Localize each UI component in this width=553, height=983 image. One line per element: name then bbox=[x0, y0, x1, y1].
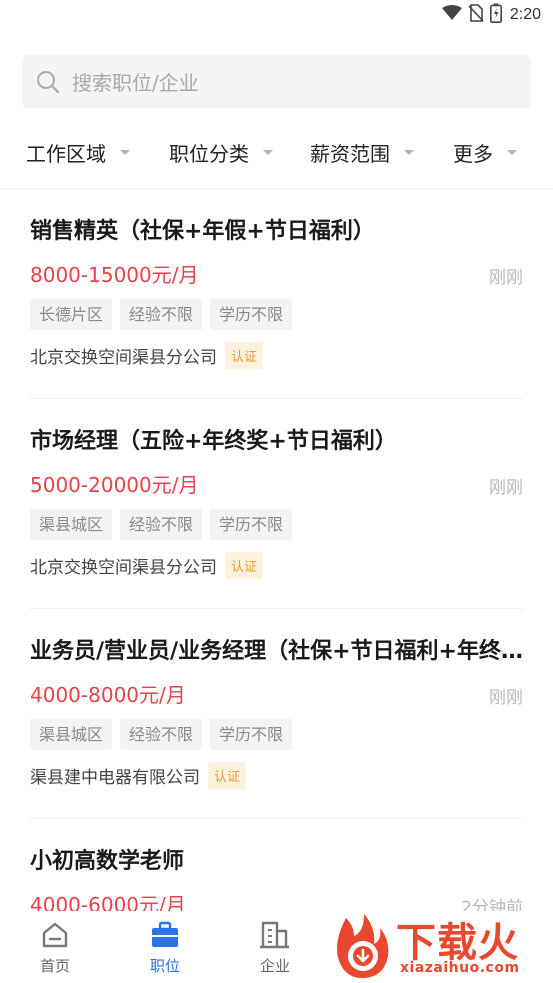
flame-logo-icon bbox=[324, 910, 396, 983]
tab-home[interactable]: 首页 bbox=[0, 911, 110, 983]
search-icon bbox=[35, 69, 61, 95]
job-time: 刚刚 bbox=[489, 688, 523, 708]
company-row: 北京交换空间渠县分公司 认证 bbox=[30, 342, 264, 369]
job-tag: 渠县城区 bbox=[30, 509, 113, 540]
company-row: 渠县建中电器有限公司 认证 bbox=[30, 762, 247, 789]
battery-icon bbox=[489, 3, 502, 27]
company-row: 北京交换空间渠县分公司 认证 bbox=[30, 552, 264, 579]
search-input[interactable]: 搜索职位/企业 bbox=[22, 55, 531, 108]
job-title: 小初高数学老师 bbox=[30, 849, 185, 874]
job-tag: 长德片区 bbox=[30, 299, 113, 330]
job-time: 刚刚 bbox=[489, 268, 523, 288]
search-placeholder: 搜索职位/企业 bbox=[72, 71, 199, 95]
job-tag: 经验不限 bbox=[120, 299, 203, 330]
watermark-logo: 下载火 xiazaihuo.com bbox=[322, 908, 553, 983]
company-name: 北京交换空间渠县分公司 bbox=[30, 558, 217, 578]
job-title: 市场经理（五险+年终奖+节日福利） bbox=[30, 429, 397, 454]
home-icon bbox=[39, 919, 71, 951]
briefcase-icon bbox=[149, 919, 181, 951]
job-tag: 学历不限 bbox=[210, 509, 293, 540]
job-tag: 渠县城区 bbox=[30, 719, 113, 750]
job-salary: 5000-20000元/月 bbox=[30, 473, 199, 497]
no-sim-icon bbox=[468, 4, 484, 26]
job-salary: 8000-15000元/月 bbox=[30, 263, 199, 287]
dropdown-arrow-icon bbox=[120, 149, 130, 155]
job-tag: 经验不限 bbox=[120, 509, 203, 540]
filter-label: 工作区域 bbox=[26, 141, 106, 166]
tab-jobs[interactable]: 职位 bbox=[110, 911, 220, 983]
status-bar: 2:20 bbox=[0, 0, 553, 32]
job-card[interactable]: 销售精英（社保+年假+节日福利） 8000-15000元/月 刚刚 长德片区 经… bbox=[0, 189, 553, 399]
dropdown-arrow-icon bbox=[404, 149, 414, 155]
dropdown-arrow-icon bbox=[507, 149, 517, 155]
tab-label: 首页 bbox=[39, 957, 70, 975]
filter-label: 薪资范围 bbox=[310, 141, 390, 166]
job-tag: 学历不限 bbox=[210, 719, 293, 750]
tab-label: 职位 bbox=[149, 957, 180, 975]
filter-salary-range[interactable]: 薪资范围 bbox=[310, 128, 414, 176]
verified-badge: 认证 bbox=[225, 342, 264, 369]
filter-more[interactable]: 更多 bbox=[453, 128, 517, 176]
filter-bar: 工作区域 职位分类 薪资范围 更多 bbox=[0, 128, 553, 176]
job-time: 刚刚 bbox=[489, 478, 523, 498]
job-tag: 经验不限 bbox=[120, 719, 203, 750]
tab-companies[interactable]: 企业 bbox=[220, 911, 330, 983]
job-tag: 学历不限 bbox=[210, 299, 293, 330]
tab-label: 企业 bbox=[259, 957, 290, 975]
job-card[interactable]: 市场经理（五险+年终奖+节日福利） 5000-20000元/月 刚刚 渠县城区 … bbox=[0, 399, 553, 609]
status-time: 2:20 bbox=[509, 6, 541, 23]
job-salary: 4000-8000元/月 bbox=[30, 683, 186, 707]
status-icons: 2:20 bbox=[441, 3, 541, 27]
wifi-icon bbox=[441, 5, 462, 25]
job-title: 销售精英（社保+年假+节日福利） bbox=[30, 219, 375, 244]
job-tags: 渠县城区 经验不限 学历不限 bbox=[30, 719, 293, 750]
filter-work-area[interactable]: 工作区域 bbox=[26, 128, 130, 176]
filter-job-category[interactable]: 职位分类 bbox=[169, 128, 273, 176]
job-card[interactable]: 业务员/营业员/业务经理（社保+节日福利+年终奖） 4000-8000元/月 刚… bbox=[0, 609, 553, 819]
filter-label: 更多 bbox=[453, 141, 493, 166]
company-name: 北京交换空间渠县分公司 bbox=[30, 348, 217, 368]
verified-badge: 认证 bbox=[225, 552, 264, 579]
filter-label: 职位分类 bbox=[169, 141, 249, 166]
verified-badge: 认证 bbox=[208, 762, 247, 789]
watermark-url: xiazaihuo.com bbox=[400, 960, 520, 976]
dropdown-arrow-icon bbox=[263, 149, 273, 155]
building-icon bbox=[259, 919, 291, 951]
job-tags: 长德片区 经验不限 学历不限 bbox=[30, 299, 293, 330]
job-tags: 渠县城区 经验不限 学历不限 bbox=[30, 509, 293, 540]
job-title: 业务员/营业员/业务经理（社保+节日福利+年终奖） bbox=[30, 639, 538, 664]
company-name: 渠县建中电器有限公司 bbox=[30, 768, 200, 788]
